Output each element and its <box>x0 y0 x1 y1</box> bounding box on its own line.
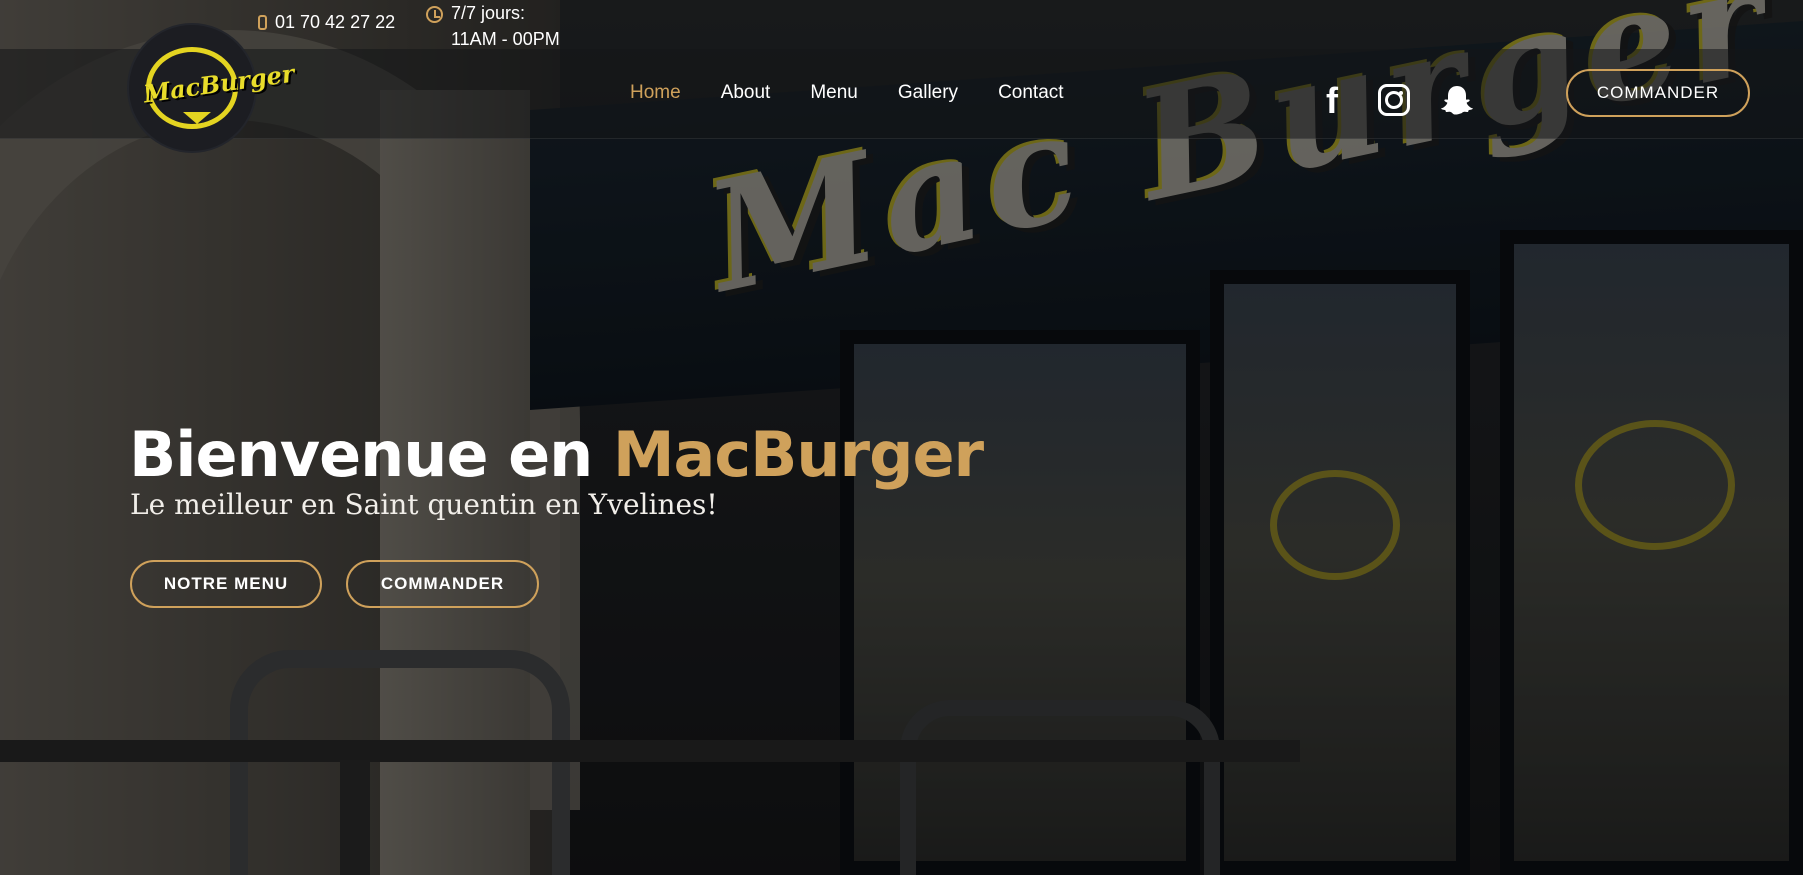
hero-subtitle: Le meilleur en Saint quentin en Yvelines… <box>130 488 718 521</box>
top-info-bar: 01 70 42 27 22 7/7 jours: 11AM - 00PM <box>0 0 1803 49</box>
header-order-button[interactable]: COMMANDER <box>1566 69 1750 117</box>
clock-icon <box>426 6 443 23</box>
nav-gallery[interactable]: Gallery <box>898 82 958 104</box>
our-menu-button[interactable]: NOTRE MENU <box>130 560 322 608</box>
opening-hours: 7/7 jours: 11AM - 00PM <box>426 0 560 52</box>
site-logo[interactable]: MacBurger <box>129 25 296 151</box>
hero-title-prefix: Bienvenue en <box>129 418 613 491</box>
hours-time: 11AM - 00PM <box>451 29 560 49</box>
logo-chevron <box>183 112 211 124</box>
instagram-icon[interactable] <box>1378 84 1410 116</box>
facebook-icon[interactable]: f <box>1320 83 1344 119</box>
snapchat-ghost-shape <box>1441 86 1473 115</box>
hero-order-button[interactable]: COMMANDER <box>346 560 539 608</box>
nav-about[interactable]: About <box>721 82 771 104</box>
hours-text: 7/7 jours: 11AM - 00PM <box>451 0 560 52</box>
hero-title-accent: MacBurger <box>612 418 984 491</box>
nav-contact[interactable]: Contact <box>998 82 1063 104</box>
logo-emblem: MacBurger <box>142 47 296 129</box>
nav-menu[interactable]: Menu <box>810 82 858 104</box>
phone-number[interactable]: 01 70 42 27 22 <box>275 12 395 33</box>
phone-contact[interactable]: 01 70 42 27 22 <box>258 12 395 33</box>
nav-home[interactable]: Home <box>630 82 681 104</box>
hours-days: 7/7 jours: <box>451 3 526 23</box>
phone-icon <box>258 15 267 30</box>
primary-nav: Home About Menu Gallery Contact <box>630 82 1104 104</box>
hero-title: Bienvenue en MacBurger <box>129 418 984 491</box>
snapchat-icon[interactable] <box>1440 84 1474 116</box>
